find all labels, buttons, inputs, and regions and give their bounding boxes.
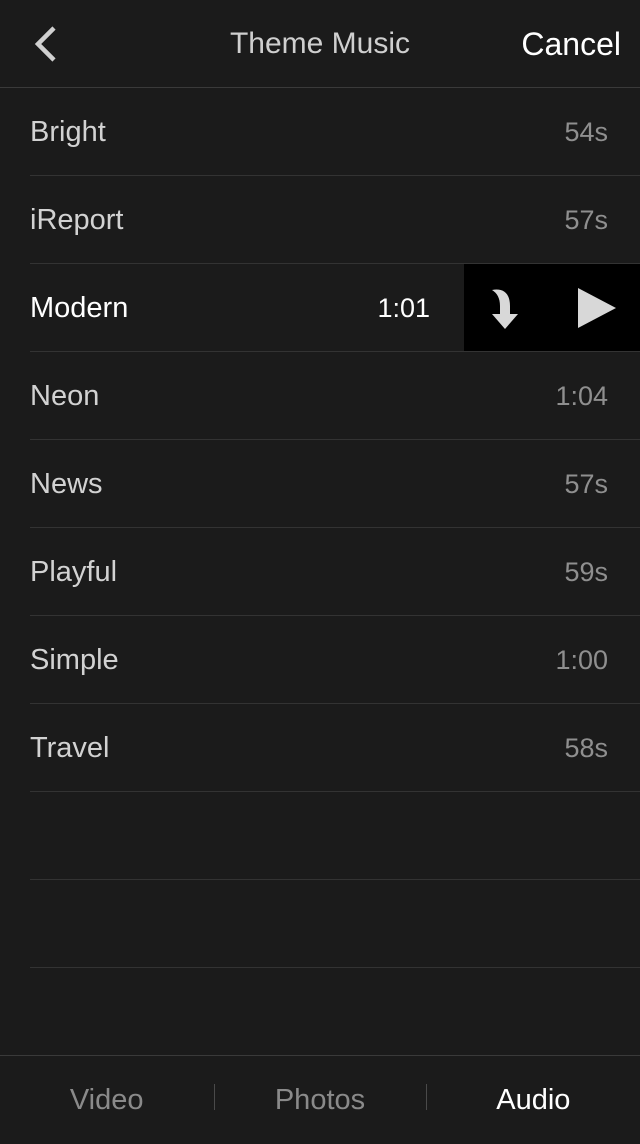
track-duration: 54s (564, 117, 608, 147)
chevron-left-icon (34, 26, 56, 62)
track-name: iReport (30, 204, 124, 236)
tab-video[interactable]: Video (0, 1056, 213, 1136)
track-name: Playful (30, 556, 118, 588)
track-name: News (30, 468, 103, 500)
track-action-panel (464, 264, 640, 352)
track-duration: 57s (564, 469, 608, 499)
play-icon (578, 288, 616, 328)
track-name: Bright (30, 116, 106, 148)
tab-audio[interactable]: Audio (427, 1056, 640, 1136)
track-duration: 1:04 (555, 381, 608, 411)
tab-bar: Video Photos Audio (0, 1055, 640, 1136)
track-row-travel[interactable]: Travel 58s (0, 704, 640, 792)
track-duration: 59s (564, 557, 608, 587)
track-duration: 1:00 (555, 645, 608, 675)
track-name: Modern (30, 292, 129, 324)
curved-arrow-down-icon (492, 289, 518, 329)
track-row-playful[interactable]: Playful 59s (0, 528, 640, 616)
tab-photos[interactable]: Photos (213, 1056, 426, 1136)
page-title: Theme Music (229, 27, 411, 60)
navigation-bar: Theme Music Cancel (0, 0, 640, 88)
theme-music-list: Bright 54s iReport 57s Modern 1:01 Neon … (0, 88, 640, 968)
use-track-button[interactable] (464, 264, 552, 352)
track-name: Simple (30, 644, 119, 676)
track-duration: 57s (564, 205, 608, 235)
play-button[interactable] (552, 264, 640, 352)
tab-divider (426, 1084, 427, 1110)
track-duration: 58s (564, 733, 608, 763)
track-row-neon[interactable]: Neon 1:04 (0, 352, 640, 440)
track-row-modern[interactable]: Modern 1:01 (0, 264, 640, 352)
track-duration: 1:01 (377, 293, 430, 323)
track-row-news[interactable]: News 57s (0, 440, 640, 528)
track-row-simple[interactable]: Simple 1:00 (0, 616, 640, 704)
track-row-bright[interactable]: Bright 54s (0, 88, 640, 176)
track-name: Travel (30, 732, 110, 764)
empty-row (0, 880, 640, 968)
tab-divider (214, 1084, 215, 1110)
empty-row (0, 792, 640, 880)
track-row-ireport[interactable]: iReport 57s (0, 176, 640, 264)
cancel-button[interactable]: Cancel (521, 0, 621, 88)
back-button[interactable] (24, 18, 68, 70)
track-name: Neon (30, 380, 100, 412)
